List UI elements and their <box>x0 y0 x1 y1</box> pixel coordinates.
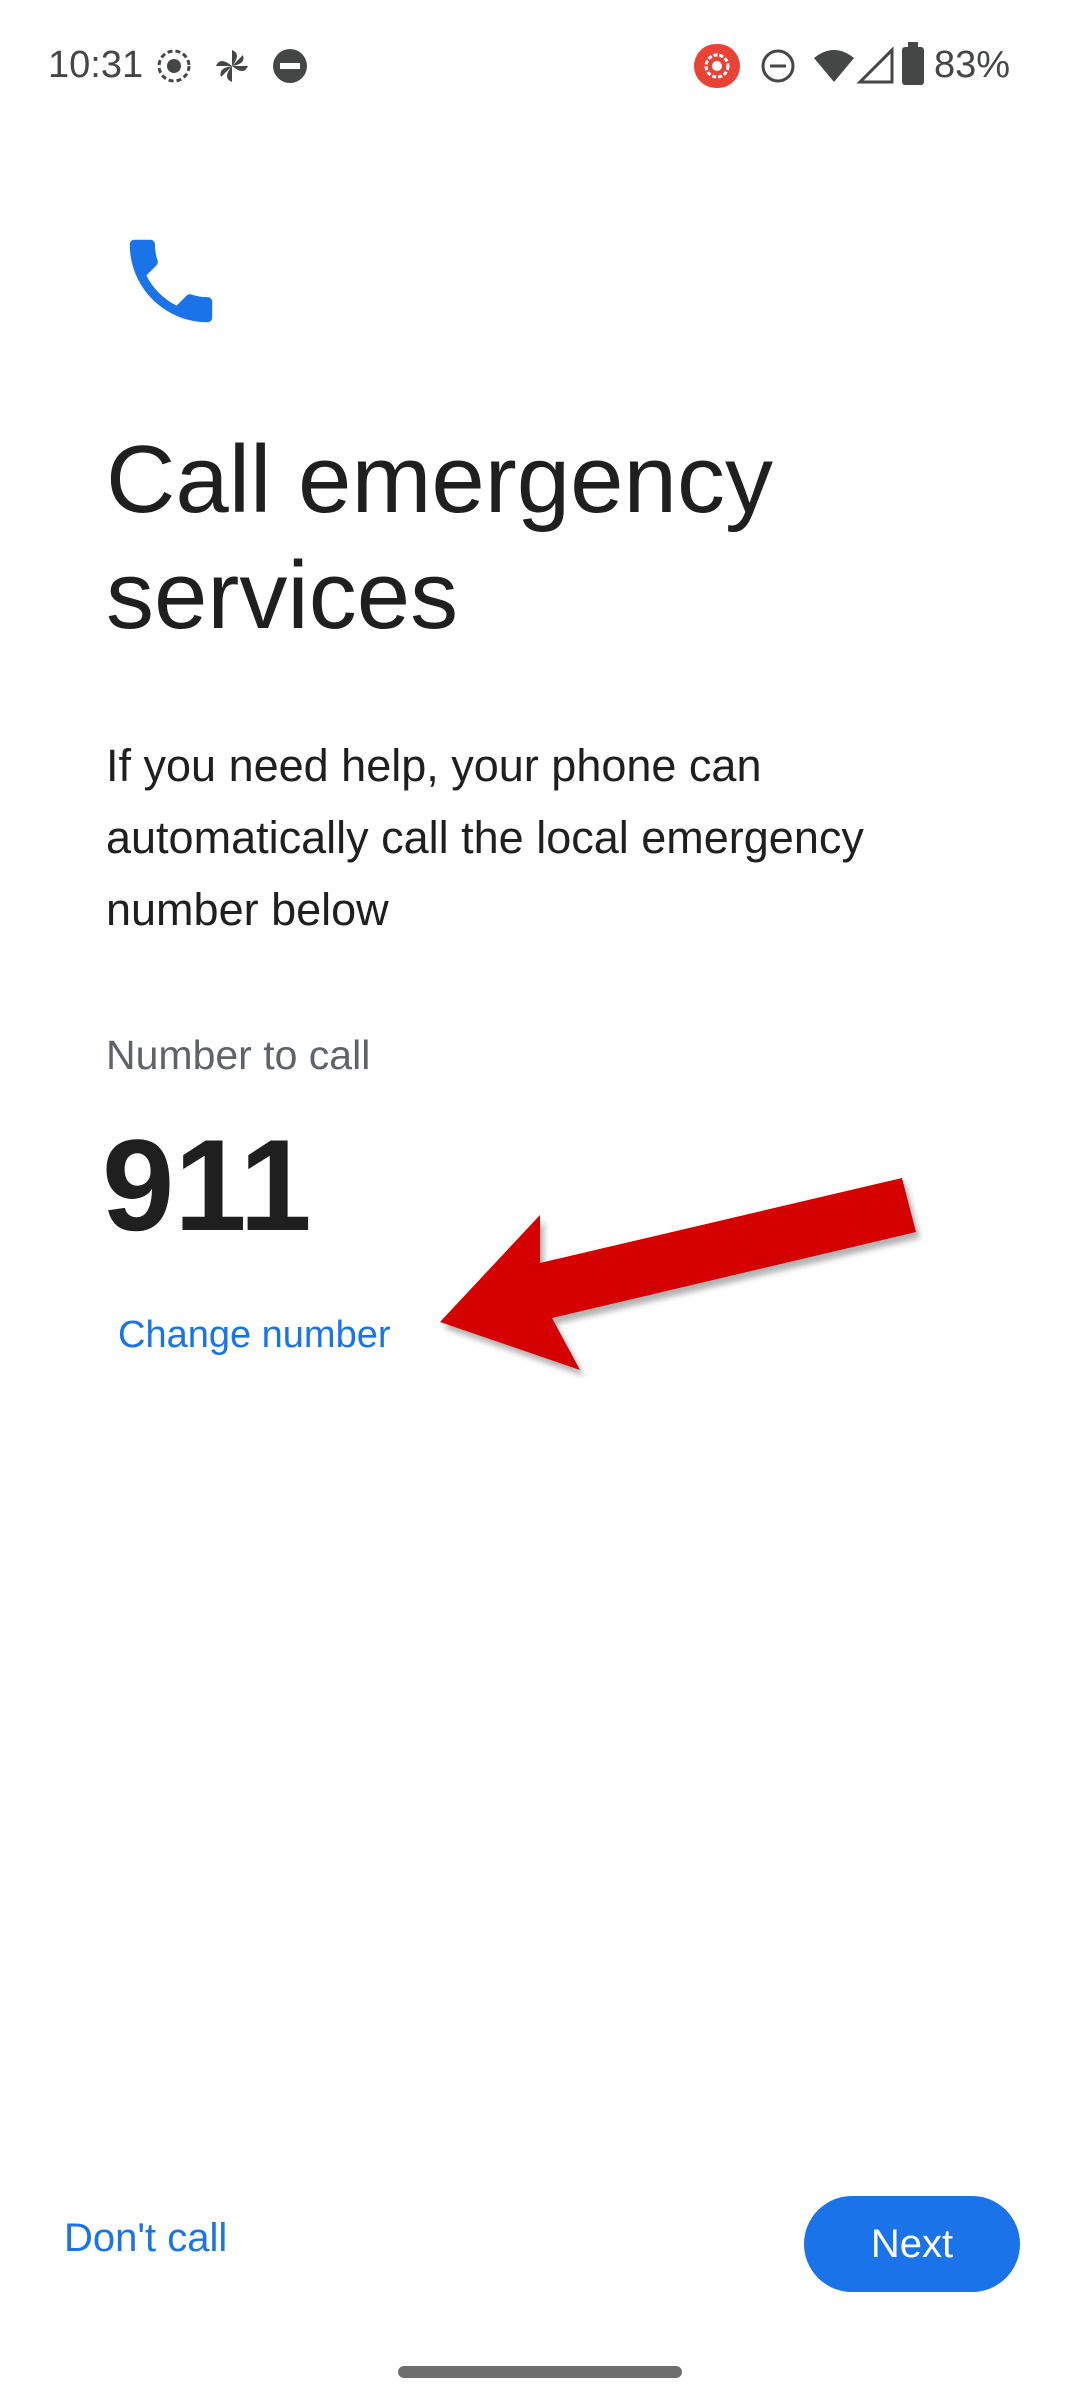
annotation-arrow <box>440 1178 916 1370</box>
pinwheel-icon <box>216 50 248 82</box>
number-to-call-label: Number to call <box>106 1032 371 1078</box>
dnd-outline-icon <box>761 49 795 83</box>
description-text: If you need help, your phone can automat… <box>106 740 864 935</box>
status-time: 10:31 <box>48 44 144 86</box>
change-number-link[interactable]: Change number <box>118 1314 391 1357</box>
emergency-number: 911 <box>102 1112 312 1258</box>
recording-indicator-icon <box>694 44 740 88</box>
signal-icon <box>856 46 894 84</box>
status-bar: 10:31 83% <box>0 0 1080 130</box>
screen-record-icon <box>157 49 191 83</box>
gesture-navigation-bar[interactable] <box>398 2366 682 2378</box>
battery-percent: 83% <box>934 44 1011 86</box>
wifi-icon <box>814 50 854 82</box>
battery-icon <box>902 42 924 85</box>
dont-call-button[interactable]: Don't call <box>64 2216 227 2261</box>
next-button[interactable]: Next <box>804 2196 1020 2292</box>
page-title: Call emergency services <box>106 426 773 649</box>
phone-icon <box>129 239 213 323</box>
dnd-icon <box>273 49 307 83</box>
